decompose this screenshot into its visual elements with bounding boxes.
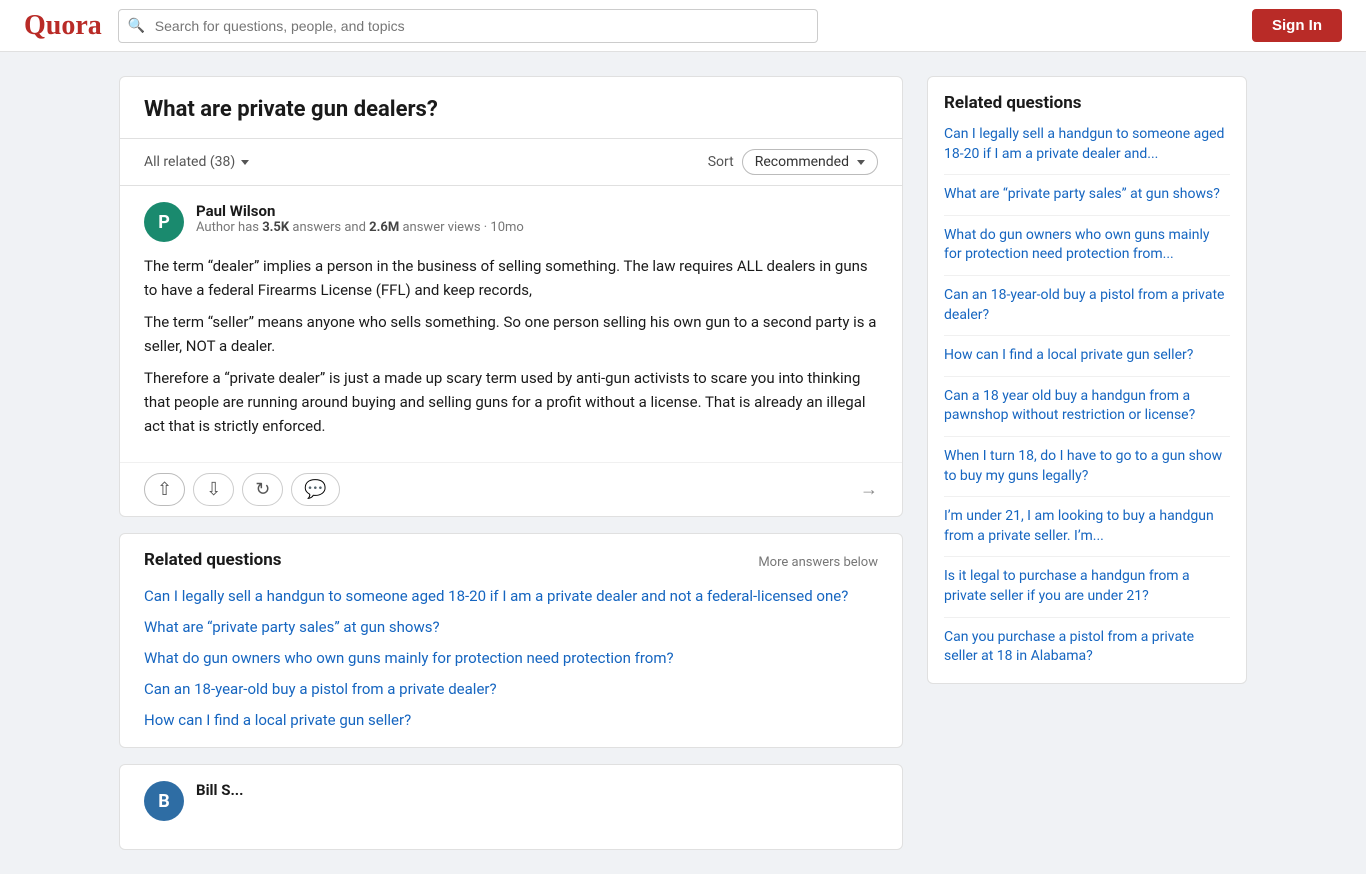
right-card-title: Related questions: [944, 93, 1230, 113]
related-link-4[interactable]: How can I find a local private gun selle…: [144, 710, 878, 731]
related-card-content: Related questions More answers below Can…: [120, 534, 902, 747]
answer-paragraph-2: The term “seller” means anyone who sells…: [144, 310, 878, 358]
all-related-toggle[interactable]: All related (38): [144, 154, 249, 170]
related-link-1[interactable]: What are “private party sales” at gun sh…: [144, 617, 878, 638]
related-questions-card: Related questions More answers below Can…: [119, 533, 903, 748]
right-link-0[interactable]: Can I legally sell a handgun to someone …: [944, 125, 1230, 175]
second-author-name[interactable]: Bill S...: [196, 781, 244, 799]
right-link-5[interactable]: Can a 18 year old buy a handgun from a p…: [944, 387, 1230, 437]
related-link-3[interactable]: Can an 18-year-old buy a pistol from a p…: [144, 679, 878, 700]
all-related-label: All related (38): [144, 154, 235, 170]
quora-logo[interactable]: Quora: [24, 10, 102, 42]
author-name[interactable]: Paul Wilson: [196, 202, 524, 220]
question-title: What are private gun dealers?: [144, 97, 878, 122]
right-links-list: Can I legally sell a handgun to someone …: [944, 125, 1230, 667]
comment-button[interactable]: 💬: [291, 473, 339, 506]
right-column: Related questions Can I legally sell a h…: [927, 76, 1247, 850]
right-link-3[interactable]: Can an 18-year-old buy a pistol from a p…: [944, 286, 1230, 336]
right-link-9[interactable]: Can you purchase a pistol from a private…: [944, 628, 1230, 667]
views-count: 2.6M: [369, 220, 399, 235]
related-card-title: Related questions: [144, 550, 282, 570]
second-answer-preview: B Bill S...: [120, 765, 902, 849]
second-avatar: B: [144, 781, 184, 821]
answer-paragraph-1: The term “dealer” implies a person in th…: [144, 254, 878, 302]
upvote-button[interactable]: ⇧: [144, 473, 185, 506]
search-bar: 🔍: [118, 9, 818, 43]
sort-right: Sort Recommended: [708, 149, 878, 175]
right-link-1[interactable]: What are “private party sales” at gun sh…: [944, 185, 1230, 216]
right-link-6[interactable]: When I turn 18, do I have to go to a gun…: [944, 447, 1230, 497]
right-link-7[interactable]: I’m under 21, I am looking to buy a hand…: [944, 507, 1230, 557]
sort-value: Recommended: [755, 154, 849, 170]
right-link-4[interactable]: How can I find a local private gun selle…: [944, 346, 1230, 377]
answer-section: P Paul Wilson Author has 3.5K answers an…: [120, 186, 902, 462]
answers-count: 3.5K: [262, 220, 289, 235]
right-link-8[interactable]: Is it legal to purchase a handgun from a…: [944, 567, 1230, 617]
header-right: Sign In: [1252, 9, 1342, 42]
left-column: What are private gun dealers? All relate…: [119, 76, 903, 850]
question-header: What are private gun dealers?: [120, 77, 902, 139]
repost-button[interactable]: ↻: [242, 473, 283, 506]
action-bar: ⇧ ⇩ ↻ 💬 →: [120, 462, 902, 516]
downvote-button[interactable]: ⇩: [193, 473, 234, 506]
right-related-card: Related questions Can I legally sell a h…: [927, 76, 1247, 684]
search-input[interactable]: [118, 9, 818, 43]
second-author-row: B Bill S...: [144, 781, 878, 821]
author-row: P Paul Wilson Author has 3.5K answers an…: [144, 202, 878, 242]
search-icon: 🔍: [128, 18, 145, 34]
share-button[interactable]: →: [860, 479, 878, 500]
related-link-0[interactable]: Can I legally sell a handgun to someone …: [144, 586, 878, 607]
author-meta: Author has 3.5K answers and 2.6M answer …: [196, 220, 524, 235]
answer-paragraph-3: Therefore a “private dealer” is just a m…: [144, 366, 878, 438]
sign-in-button[interactable]: Sign In: [1252, 9, 1342, 42]
second-answer-card: B Bill S...: [119, 764, 903, 850]
more-answers-label: More answers below: [758, 555, 878, 570]
second-author-info: Bill S...: [196, 781, 244, 799]
sort-label: Sort: [708, 154, 734, 170]
author-info: Paul Wilson Author has 3.5K answers and …: [196, 202, 524, 235]
avatar: P: [144, 202, 184, 242]
question-card: What are private gun dealers? All relate…: [119, 76, 903, 517]
header: Quora 🔍 Sign In: [0, 0, 1366, 52]
related-links-list: Can I legally sell a handgun to someone …: [144, 586, 878, 731]
related-link-2[interactable]: What do gun owners who own guns mainly f…: [144, 648, 878, 669]
chevron-down-icon: [241, 160, 249, 165]
chevron-down-sort-icon: [857, 160, 865, 165]
right-link-2[interactable]: What do gun owners who own guns mainly f…: [944, 226, 1230, 276]
sort-bar: All related (38) Sort Recommended: [120, 139, 902, 186]
sort-dropdown[interactable]: Recommended: [742, 149, 878, 175]
main-container: What are private gun dealers? All relate…: [103, 52, 1263, 874]
